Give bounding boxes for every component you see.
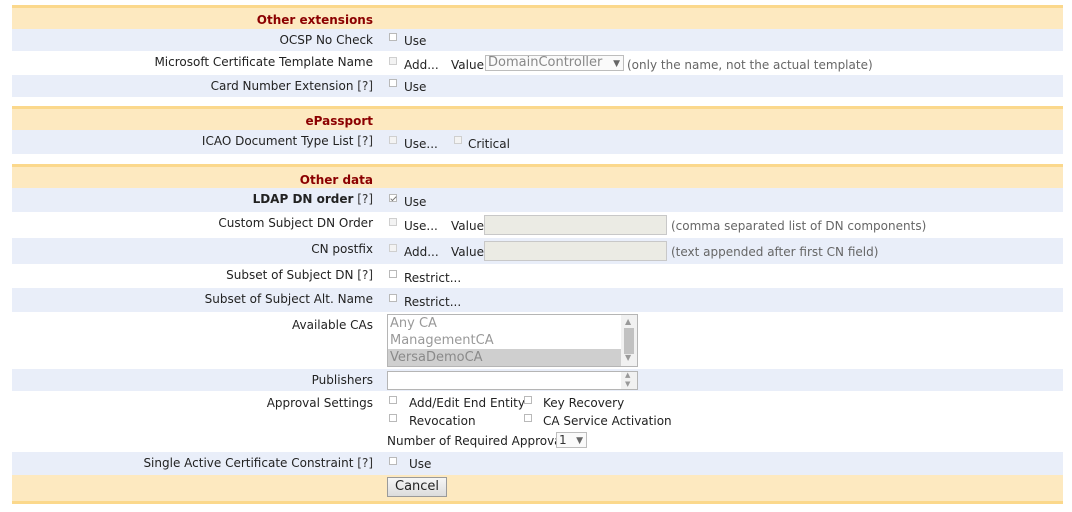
publishers-label: Publishers (311, 373, 373, 387)
list-item[interactable]: Any CA (388, 315, 637, 332)
scrollbar[interactable]: ▲ ▼ (621, 315, 637, 366)
custom-dn-label: Custom Subject DN Order (218, 216, 373, 230)
ocsp-checkbox[interactable] (389, 33, 397, 41)
subset-alt-restrict-label: Restrict... (404, 295, 462, 309)
approval-revocation-checkbox[interactable] (389, 414, 397, 422)
list-item[interactable]: ManagementCA (388, 332, 637, 349)
available-cas-listbox[interactable]: Any CA ManagementCA VersaDemoCA ▲ ▼ (387, 314, 638, 367)
row-icao: ICAO Document Type List [?] Use... Criti… (12, 130, 1063, 154)
chevron-down-icon: ▼ (576, 436, 583, 446)
icao-use-checkbox[interactable] (389, 136, 397, 144)
approval-add-edit-label: Add/Edit End Entity (409, 396, 525, 410)
card-number-label: Card Number Extension (210, 79, 354, 93)
ms-template-value-label: Value (451, 58, 484, 72)
ms-template-label: Microsoft Certificate Template Name (154, 55, 373, 69)
form-footer: Cancel (12, 475, 1063, 501)
subset-alt-checkbox[interactable] (389, 294, 397, 302)
single-active-checkbox[interactable] (389, 457, 397, 465)
list-item[interactable]: VersaDemoCA (388, 349, 621, 366)
row-ms-template: Microsoft Certificate Template Name Add.… (12, 51, 1063, 75)
icao-critical-label: Critical (468, 137, 510, 151)
ocsp-label: OCSP No Check (279, 33, 373, 47)
available-cas-label: Available CAs (292, 318, 373, 332)
approval-add-edit-checkbox[interactable] (389, 396, 397, 404)
cn-postfix-hint: (text appended after first CN field) (671, 245, 879, 259)
section-header-other-data: Other data (12, 164, 1063, 191)
custom-dn-use-label: Use... (404, 219, 438, 233)
row-custom-dn-order: Custom Subject DN Order Use... Value (co… (12, 212, 1063, 238)
help-link[interactable]: [?] (357, 268, 373, 282)
row-ocsp-no-check: OCSP No Check Use (12, 29, 1063, 51)
cn-postfix-checkbox[interactable] (389, 244, 397, 252)
row-card-number: Card Number Extension [?] Use (12, 75, 1063, 97)
custom-dn-value-label: Value (451, 219, 484, 233)
footer-divider (12, 501, 1063, 504)
cn-postfix-input[interactable] (484, 241, 667, 261)
ms-template-hint: (only the name, not the actual template) (627, 58, 873, 72)
ldap-dn-use-label: Use (404, 195, 427, 209)
scrollbar[interactable]: ▲ ▼ (621, 371, 637, 389)
scroll-down-icon[interactable]: ▼ (625, 353, 631, 362)
approval-label: Approval Settings (266, 396, 373, 410)
single-active-label: Single Active Certificate Constraint (143, 456, 354, 470)
icao-critical-checkbox[interactable] (454, 136, 462, 144)
row-publishers: Publishers ▲ ▼ (12, 369, 1063, 391)
required-approvals-label: Number of Required Approvals (387, 434, 572, 448)
approval-revocation-label: Revocation (409, 414, 476, 428)
custom-dn-input[interactable] (484, 215, 667, 235)
row-approval-settings: Approval Settings Add/Edit End Entity Ke… (12, 391, 1063, 452)
cn-postfix-value-label: Value (451, 245, 484, 259)
required-approvals-value: 1 (559, 433, 567, 447)
publishers-listbox[interactable]: ▲ ▼ (387, 371, 638, 390)
ldap-dn-checkbox[interactable] (389, 194, 397, 202)
row-subset-alt-name: Subset of Subject Alt. Name Restrict... (12, 288, 1063, 312)
required-approvals-select[interactable]: 1 ▼ (556, 432, 587, 448)
help-link[interactable]: [?] (357, 134, 373, 148)
help-link[interactable]: [?] (357, 192, 373, 206)
cn-postfix-label: CN postfix (311, 242, 373, 256)
chevron-down-icon: ▼ (613, 59, 620, 69)
scroll-up-icon[interactable]: ▲ (625, 317, 631, 326)
help-link[interactable]: [?] (357, 79, 373, 93)
scroll-down-icon[interactable]: ▼ (625, 380, 630, 388)
scroll-up-icon[interactable]: ▲ (625, 371, 630, 379)
card-number-checkbox[interactable] (389, 79, 397, 87)
ms-template-add-label: Add... (404, 58, 439, 72)
subset-alt-label: Subset of Subject Alt. Name (204, 292, 373, 306)
icao-use-label: Use... (404, 137, 438, 151)
approval-ca-activation-label: CA Service Activation (543, 414, 672, 428)
custom-dn-checkbox[interactable] (389, 218, 397, 226)
single-active-use-label: Use (409, 457, 432, 471)
approval-ca-activation-checkbox[interactable] (524, 414, 532, 422)
cancel-button[interactable]: Cancel (387, 477, 448, 497)
icao-label: ICAO Document Type List (201, 134, 354, 148)
section-header-epassport: ePassport (12, 106, 1063, 133)
ocsp-use-label: Use (404, 34, 427, 48)
row-single-active: Single Active Certificate Constraint [?]… (12, 452, 1063, 475)
subset-dn-label: Subset of Subject DN (226, 268, 354, 282)
card-number-use-label: Use (404, 80, 427, 94)
custom-dn-hint: (comma separated list of DN components) (671, 219, 927, 233)
ldap-dn-label: LDAP DN order (252, 192, 354, 206)
help-link[interactable]: [?] (357, 456, 373, 470)
row-ldap-dn-order: LDAP DN order [?] Use (12, 188, 1063, 212)
row-available-cas: Available CAs Any CA ManagementCA VersaD… (12, 312, 1063, 369)
section-header-other-extensions: Other extensions (12, 5, 1063, 32)
subset-dn-restrict-label: Restrict... (404, 271, 462, 285)
row-cn-postfix: CN postfix Add... Value (text appended a… (12, 238, 1063, 264)
approval-key-recovery-checkbox[interactable] (524, 396, 532, 404)
scrollbar-thumb[interactable] (624, 328, 634, 354)
cn-postfix-add-label: Add... (404, 245, 439, 259)
ms-template-select-value: DomainController (488, 55, 603, 70)
subset-dn-checkbox[interactable] (389, 270, 397, 278)
ms-template-checkbox[interactable] (389, 57, 397, 65)
approval-key-recovery-label: Key Recovery (543, 396, 625, 410)
row-subset-subject-dn: Subset of Subject DN [?] Restrict... (12, 264, 1063, 288)
ms-template-select[interactable]: DomainController ▼ (485, 55, 624, 71)
